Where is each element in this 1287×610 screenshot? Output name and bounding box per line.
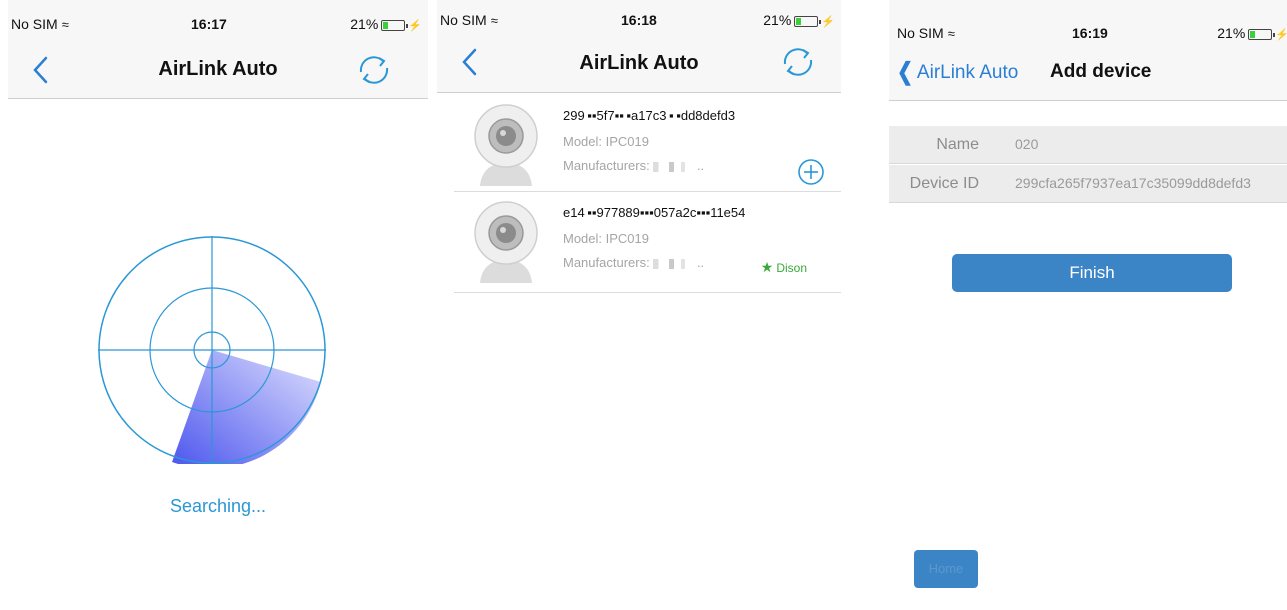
battery-icon — [794, 15, 822, 27]
status-time: 16:17 — [191, 16, 227, 32]
redacted-text — [653, 161, 694, 172]
status-battery: 21% ⚡ — [763, 12, 835, 28]
status-battery: 21% ⚡ — [350, 16, 422, 32]
device-id-row: Device ID 299cfa265f7937ea17c35099dd8def… — [889, 165, 1287, 203]
navigation-bar: No SIM ≈ 16:17 21% ⚡ AirLink Auto — [8, 0, 428, 99]
charging-icon: ⚡ — [1275, 29, 1287, 41]
add-circle-icon — [798, 159, 824, 185]
battery-icon — [1248, 28, 1276, 40]
navigation-bar: No SIM ≈ 16:18 21% ⚡ AirLink Auto — [437, 0, 841, 93]
device-id-label: Device ID — [909, 175, 979, 192]
device-manufacturer: Manufacturers: .. — [563, 158, 705, 173]
camera-icon — [474, 201, 538, 283]
status-battery: 21% ⚡ — [1217, 25, 1287, 41]
status-time: 16:18 — [621, 12, 657, 28]
radar-icon — [98, 236, 326, 464]
star-icon: ★ — [760, 259, 774, 275]
device-list-screen: No SIM ≈ 16:18 21% ⚡ AirLink Auto 299 ▪▪5f… — [437, 0, 841, 610]
device-id: e14 ▪▪977889▪▪▪057a2c▪▪▪11e54 — [563, 205, 746, 220]
status-carrier: No SIM ≈ — [440, 12, 498, 28]
battery-icon — [381, 19, 409, 31]
wifi-icon: ≈ — [61, 17, 69, 32]
home-button[interactable]: Home — [914, 550, 978, 588]
finish-button[interactable]: Finish — [952, 254, 1232, 292]
add-device-button[interactable] — [797, 158, 825, 186]
name-field[interactable]: 020 — [1015, 136, 1038, 152]
refresh-icon — [359, 56, 389, 84]
favorite-badge: ★ Dison — [760, 259, 807, 275]
device-row[interactable]: 299 ▪▪5f7▪▪ ▪a17c3 ▪ ▪dd8defd3 Model: IP… — [454, 96, 841, 192]
device-model: Model: IPC019 — [563, 134, 649, 149]
device-manufacturer: Manufacturers: .. — [563, 255, 705, 270]
name-label: Name — [936, 136, 979, 153]
searching-label: Searching... — [169, 496, 267, 516]
wifi-icon: ≈ — [490, 13, 498, 28]
searching-screen: No SIM ≈ 16:17 21% ⚡ AirLink Auto Search… — [8, 0, 428, 610]
back-button[interactable]: ❮ AirLink Auto — [897, 59, 1018, 86]
status-carrier: No SIM ≈ — [11, 16, 69, 32]
add-device-screen: No SIM ≈ 16:19 21% ⚡ ❮ AirLink Auto Add dev… — [889, 0, 1287, 610]
device-id-value: 299cfa265f7937ea17c35099dd8defd3 — [1015, 175, 1251, 191]
chevron-left-icon: ❮ — [897, 59, 913, 86]
refresh-button[interactable] — [355, 52, 393, 88]
page-title: Add device — [1050, 61, 1152, 82]
refresh-button[interactable] — [779, 44, 817, 80]
navigation-bar: No SIM ≈ 16:19 21% ⚡ ❮ AirLink Auto Add dev… — [889, 0, 1287, 101]
charging-icon: ⚡ — [408, 20, 422, 32]
device-model: Model: IPC019 — [563, 231, 649, 246]
camera-icon — [474, 104, 538, 186]
redacted-text — [653, 258, 694, 269]
device-row[interactable]: e14 ▪▪977889▪▪▪057a2c▪▪▪11e54 Model: IPC… — [454, 193, 841, 293]
status-carrier: No SIM ≈ — [897, 25, 955, 41]
device-id: 299 ▪▪5f7▪▪ ▪a17c3 ▪ ▪dd8defd3 — [563, 108, 736, 123]
status-time: 16:19 — [1072, 25, 1108, 41]
wifi-icon: ≈ — [947, 26, 955, 41]
name-row[interactable]: Name 020 — [889, 126, 1287, 164]
charging-icon: ⚡ — [821, 16, 835, 28]
refresh-icon — [783, 48, 813, 76]
